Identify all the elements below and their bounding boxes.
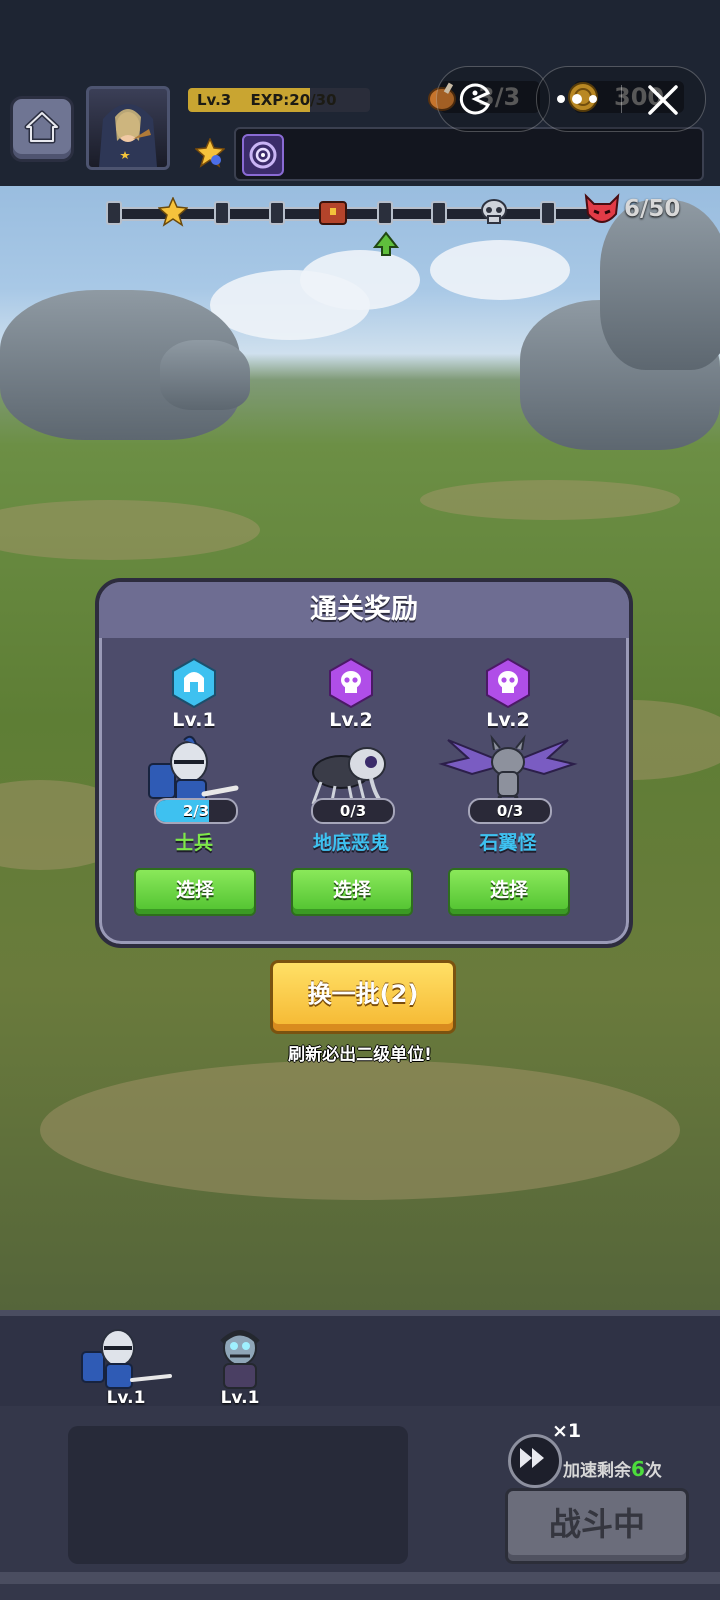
vortex-skill-icon [249,141,277,169]
more-dots-icon [557,94,597,104]
knight-icon [81,1329,172,1389]
close-icon [648,85,678,115]
unit-count: 0/3 [496,802,524,820]
stage-node [106,201,122,225]
unit-level: Lv.2 [329,709,373,731]
team-unit-level: Lv.1 [220,1388,260,1408]
unit-count: 2/3 [182,802,210,820]
refresh-rewards-button[interactable]: 换一批(2) [270,960,456,1034]
reward-card-underground-ghoul: Lv.2 0/3 地底恶鬼 选择 [281,658,421,916]
game-menu-capsule[interactable] [436,66,550,132]
speed-remaining: 加速剩余6次 [563,1457,662,1481]
unit-level: Lv.1 [172,709,216,731]
stage-progress-track [118,207,592,221]
mini-program-capsule [536,66,706,132]
wave-counter: 6/50 [624,196,681,222]
stage-node [431,201,448,225]
player-avatar[interactable] [86,86,170,170]
reward-card-soldier: Lv.1 2/3 士兵 选择 [124,658,264,916]
more-menu-button[interactable] [537,67,621,131]
team-lineup: Lv.1 Lv.1 [0,1310,720,1412]
panel-title: 通关奖励 [310,594,418,625]
team-unit-level: Lv.1 [106,1388,146,1408]
team-unit-slot[interactable]: Lv.1 [78,1324,174,1412]
helmet-class-icon [172,658,216,708]
unit-name: 地底恶鬼 [312,832,389,854]
unit-count-bar: 2/3 [154,798,238,824]
demon-boss-icon [584,193,620,223]
unit-count-bar: 0/3 [311,798,395,824]
fast-forward-icon [520,1448,544,1468]
unit-count-bar: 0/3 [468,798,552,824]
skull-class-icon [486,658,530,708]
stage-clear-reward-panel: 通关奖励 Lv.1 2/3 士兵 选择 Lv.2 0/3 地底恶鬼 选择 Lv.… [95,578,633,948]
player-level: Lv.3 [197,91,232,109]
select-button-soldier[interactable]: 选择 [134,868,256,916]
skull-class-icon [329,658,373,708]
speed-multiplier: ×1 [552,1420,582,1442]
bottom-panel: Lv.1 Lv.1 ×1 加速剩余6次 战斗中 [0,1310,720,1600]
hand-card-area [68,1426,408,1564]
exp-bar: Lv.3 EXP:20/30 [188,88,370,112]
home-icon [24,110,60,144]
refresh-hint: 刷新必出二级单位! [288,1045,432,1065]
treasure-chest-icon [319,201,347,225]
select-button-underground-ghoul[interactable]: 选择 [291,868,413,916]
reward-card-gargoyle: Lv.2 0/3 石翼怪 选择 [438,658,578,916]
skull-milestone-icon [481,199,507,224]
close-button[interactable] [622,67,705,131]
zombie-icon [220,1330,260,1389]
skill-bar [234,127,704,181]
select-button-gargoyle[interactable]: 选择 [448,868,570,916]
unit-level: Lv.2 [486,709,530,731]
pacman-icon [459,83,491,115]
team-unit-slot[interactable]: Lv.1 [192,1324,288,1412]
unit-count: 0/3 [339,802,367,820]
unit-name: 石翼怪 [479,832,537,854]
stage-node [539,201,556,225]
home-button[interactable] [10,96,74,162]
top-hud: Lv.3 EXP:20/30 3/3 300 [0,0,720,186]
speed-up-button[interactable] [508,1434,562,1488]
unit-name: 士兵 [174,832,213,854]
current-position-marker-icon [373,231,399,256]
skill-slot[interactable] [242,134,284,176]
battle-status-button[interactable]: 战斗中 [505,1488,689,1564]
speed-remaining-count: 6 [631,1457,645,1481]
star-icon [195,138,225,168]
sorceress-portrait-icon [99,104,157,167]
stage-node [377,201,394,225]
exp-value: EXP:20/30 [250,91,337,109]
stage-node [268,201,285,225]
stage-node [214,201,231,225]
star-milestone-icon [158,197,188,227]
